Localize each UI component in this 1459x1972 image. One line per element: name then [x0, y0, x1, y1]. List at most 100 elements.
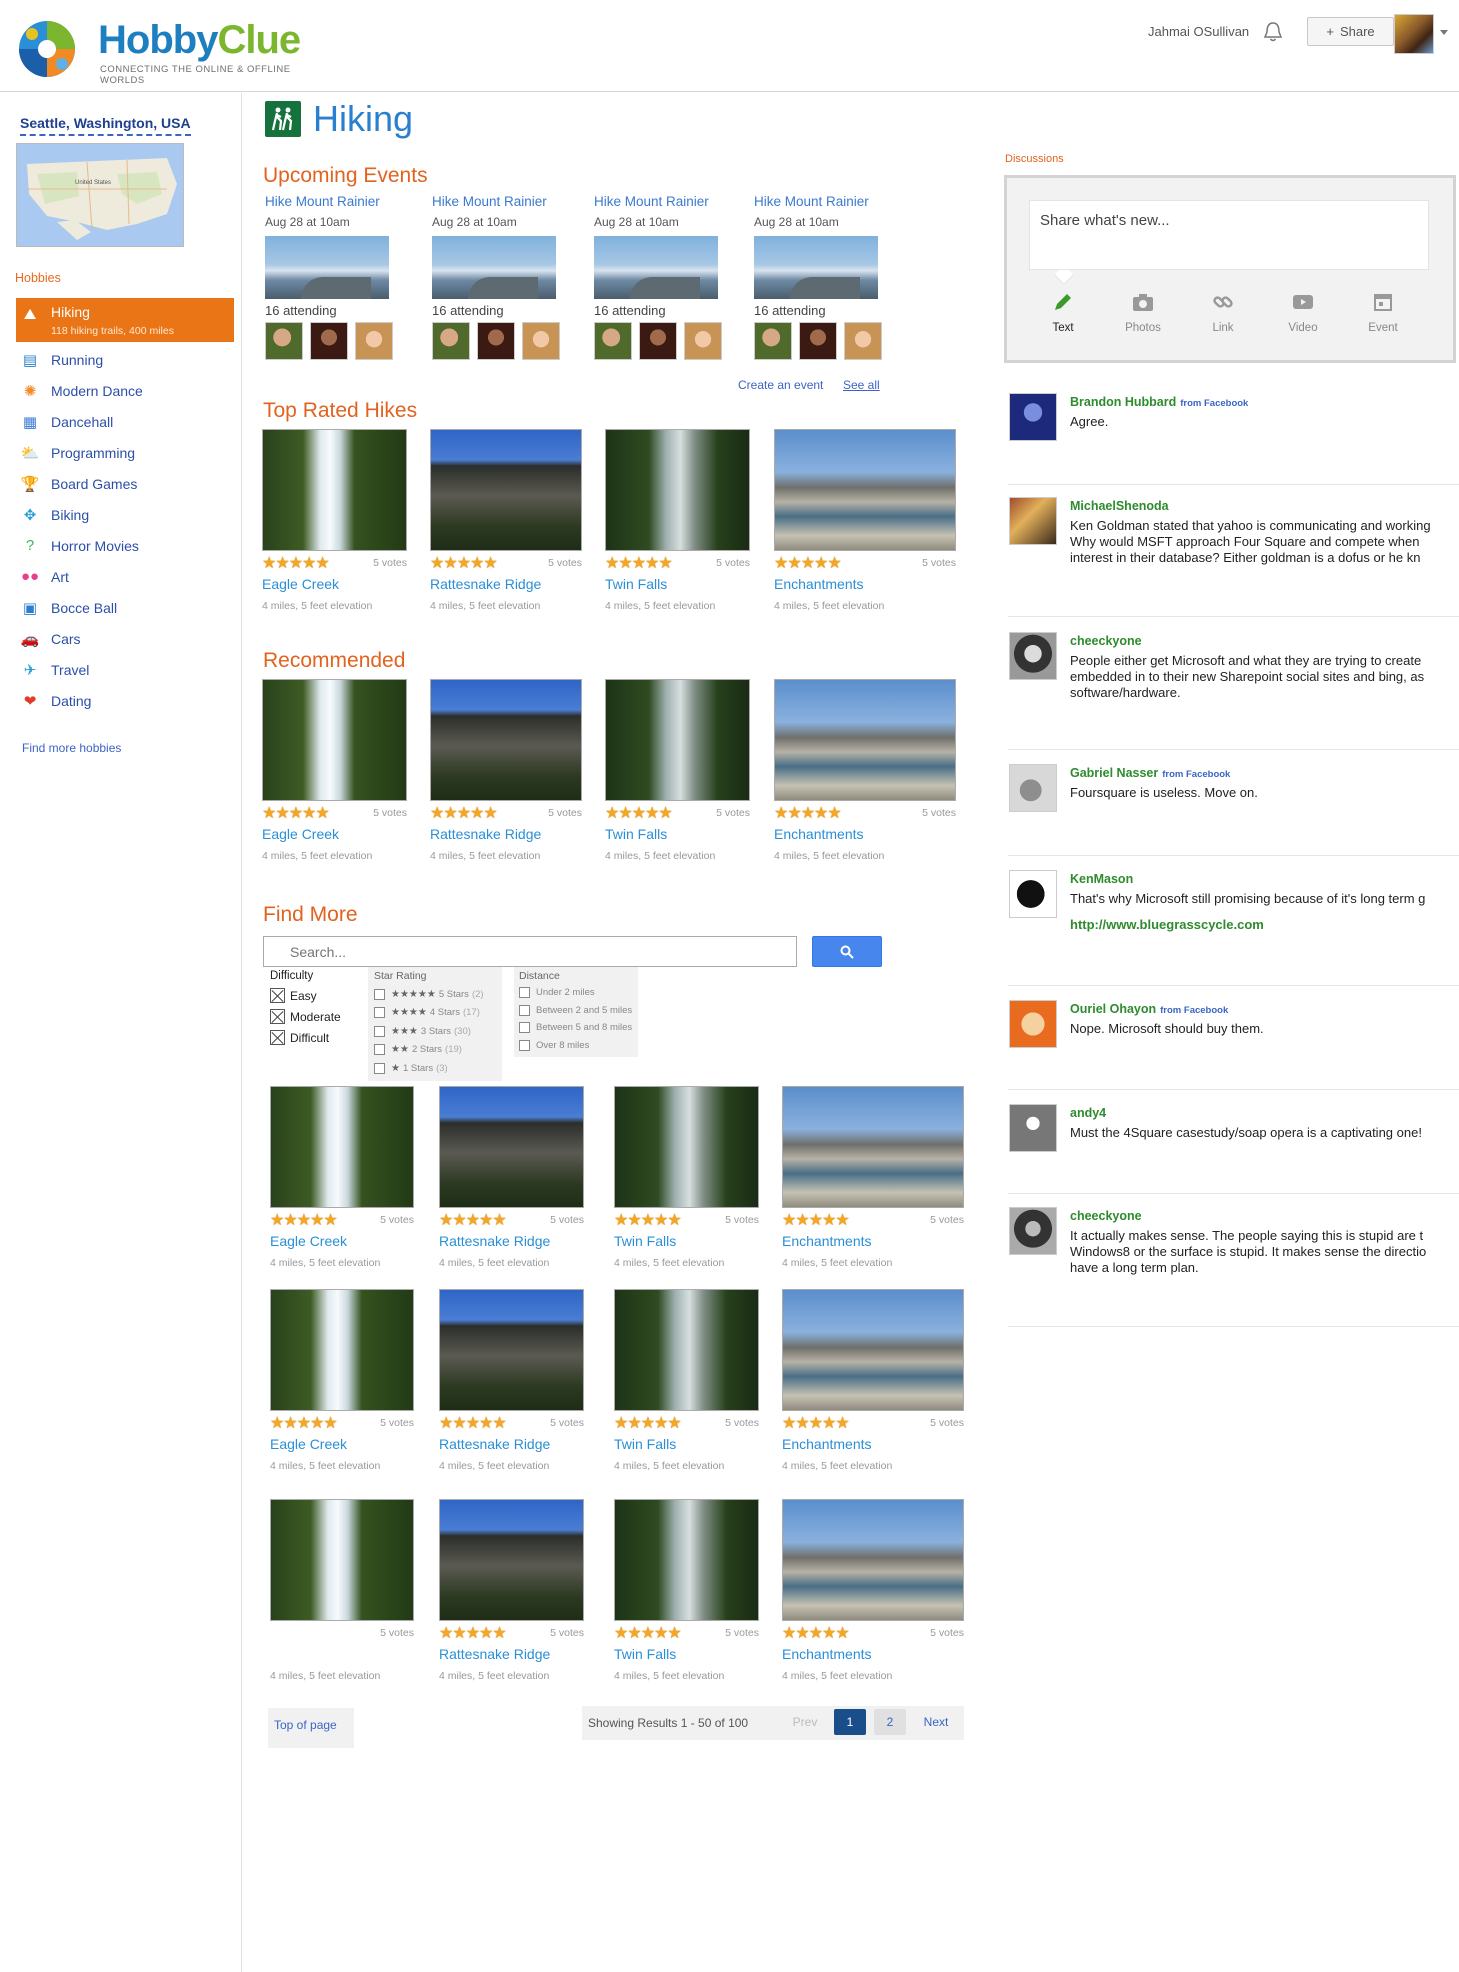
- create-event-link[interactable]: Create an event: [738, 378, 823, 392]
- attendee-avatar[interactable]: [477, 322, 515, 360]
- rating-stars[interactable]: ★★★★★ 5 votes: [270, 1413, 414, 1433]
- checkbox[interactable]: [374, 1062, 385, 1074]
- hike-search-input[interactable]: [263, 936, 797, 967]
- hike-name-link[interactable]: Enchantments: [782, 1233, 964, 1249]
- poster-avatar[interactable]: [1009, 393, 1057, 441]
- user-avatar[interactable]: [1394, 14, 1434, 54]
- event-image[interactable]: [594, 236, 718, 299]
- poster-avatar[interactable]: [1009, 764, 1057, 812]
- hike-image[interactable]: [605, 429, 750, 551]
- hike-image[interactable]: [614, 1499, 759, 1621]
- rating-stars[interactable]: 5 votes: [270, 1625, 414, 1641]
- checked-box-icon[interactable]: [270, 988, 285, 1003]
- star-icon-group[interactable]: ★★★★★: [270, 1413, 338, 1433]
- checkbox[interactable]: [519, 987, 530, 999]
- hike-name-link[interactable]: Enchantments: [774, 576, 956, 592]
- poster-avatar[interactable]: [1009, 1207, 1057, 1255]
- poster-name-link[interactable]: cheeckyone: [1070, 634, 1142, 648]
- rating-stars[interactable]: ★★★★★ 5 votes: [782, 1623, 964, 1643]
- sidebar-item-biking[interactable]: ✥ Biking: [16, 499, 234, 530]
- hike-name-link[interactable]: Enchantments: [774, 826, 956, 842]
- poster-name-link[interactable]: andy4: [1070, 1106, 1106, 1120]
- share-tool-event[interactable]: Event: [1353, 290, 1413, 334]
- star-icon-group[interactable]: ★★★★★: [605, 803, 673, 823]
- poster-name-link[interactable]: Ouriel Ohayon: [1070, 1002, 1156, 1016]
- attendee-avatar[interactable]: [310, 322, 348, 360]
- rating-stars[interactable]: ★★★★★ 5 votes: [782, 1415, 964, 1432]
- distance-option[interactable]: Between 5 and 8 miles: [519, 1019, 633, 1037]
- hike-name-link[interactable]: Eagle Creek: [270, 1436, 414, 1452]
- rating-stars[interactable]: ★★★★★ 5 votes: [774, 555, 956, 572]
- sidebar-item-programming[interactable]: ⛅ Programming: [16, 437, 234, 468]
- poster-name-link[interactable]: MichaelShenoda: [1070, 499, 1169, 513]
- rating-stars[interactable]: ★★★★★ 5 votes: [439, 1210, 584, 1230]
- hike-image[interactable]: [270, 1086, 414, 1208]
- hike-image[interactable]: [782, 1289, 964, 1411]
- rating-stars[interactable]: ★★★★★ 5 votes: [270, 1212, 414, 1229]
- share-tool-link[interactable]: Link: [1193, 290, 1253, 334]
- poster-name-link[interactable]: Gabriel Nasser: [1070, 766, 1158, 780]
- event-title-link[interactable]: Hike Mount Rainier: [754, 194, 894, 209]
- sidebar-item-travel[interactable]: ✈ Travel: [16, 654, 234, 685]
- star-rating-option[interactable]: ★★ 2 Stars (19): [374, 1041, 496, 1060]
- hike-image[interactable]: [270, 1499, 414, 1621]
- sidebar-item-horror-movies[interactable]: ? Horror Movies: [16, 530, 234, 561]
- star-rating-option[interactable]: ★ 1 Stars (3): [374, 1059, 496, 1078]
- attendee-avatar[interactable]: [594, 322, 632, 360]
- rating-stars[interactable]: ★★★★★ 5 votes: [262, 805, 407, 822]
- hike-name-link[interactable]: Rattesnake Ridge: [439, 1436, 584, 1452]
- star-icon-group[interactable]: ★★★★★: [439, 1623, 507, 1643]
- star-icon-group[interactable]: ★★★★★: [430, 553, 498, 573]
- sidebar-item-running[interactable]: ▤ Running: [16, 344, 234, 375]
- attendee-avatar[interactable]: [639, 322, 677, 360]
- attendee-avatar[interactable]: [754, 322, 792, 360]
- checked-box-icon[interactable]: [270, 1030, 285, 1045]
- rating-stars[interactable]: ★★★★★ 5 votes: [614, 1415, 759, 1432]
- star-icon-group[interactable]: ★★★★★: [614, 1623, 682, 1643]
- distance-option[interactable]: Over 8 miles: [519, 1037, 633, 1055]
- sidebar-item-dating[interactable]: ❤ Dating: [16, 685, 234, 716]
- difficulty-option[interactable]: Easy: [270, 985, 366, 1006]
- event-image[interactable]: [265, 236, 389, 299]
- difficulty-option[interactable]: Difficult: [270, 1027, 366, 1048]
- hike-image[interactable]: [605, 679, 750, 801]
- poster-avatar[interactable]: [1009, 632, 1057, 680]
- hike-name-link[interactable]: Eagle Creek: [270, 1233, 414, 1249]
- star-icon-group[interactable]: ★★★★★: [430, 803, 498, 823]
- poster-name-link[interactable]: cheeckyone: [1070, 1209, 1142, 1223]
- share-tool-text[interactable]: Text: [1033, 290, 1093, 334]
- share-status-input[interactable]: Share what's new...: [1029, 200, 1429, 270]
- rating-stars[interactable]: ★★★★★ 5 votes: [430, 803, 582, 823]
- checkbox[interactable]: [519, 1004, 530, 1016]
- rating-stars[interactable]: ★★★★★ 5 votes: [439, 1413, 584, 1433]
- sidebar-item-modern-dance[interactable]: ✺ Modern Dance: [16, 375, 234, 406]
- star-icon-group[interactable]: ★★★★★: [439, 1413, 507, 1433]
- hike-image[interactable]: [614, 1289, 759, 1411]
- star-icon-group[interactable]: ★★★★★: [614, 1210, 682, 1230]
- event-title-link[interactable]: Hike Mount Rainier: [432, 194, 572, 209]
- hike-image[interactable]: [430, 429, 582, 551]
- star-icon-group[interactable]: ★★★★★: [782, 1623, 850, 1643]
- hike-name-link[interactable]: Enchantments: [782, 1436, 964, 1452]
- checkbox[interactable]: [519, 1039, 530, 1051]
- hike-name-link[interactable]: Twin Falls: [614, 1436, 759, 1452]
- hike-image[interactable]: [439, 1289, 584, 1411]
- user-name-link[interactable]: Jahmai OSullivan: [1148, 24, 1249, 39]
- poster-name-link[interactable]: KenMason: [1070, 872, 1133, 886]
- search-button[interactable]: [812, 936, 882, 967]
- checkbox[interactable]: [374, 988, 385, 1000]
- see-all-events-link[interactable]: See all: [843, 378, 880, 392]
- location-link[interactable]: Seattle, Washington, USA: [20, 115, 191, 136]
- rating-stars[interactable]: ★★★★★ 5 votes: [782, 1210, 964, 1230]
- hike-image[interactable]: [439, 1086, 584, 1208]
- star-icon-group[interactable]: ★★★★★: [782, 1210, 850, 1230]
- hike-name-link[interactable]: Twin Falls: [614, 1646, 759, 1662]
- prev-page-button[interactable]: Prev: [786, 1709, 824, 1735]
- star-icon-group[interactable]: ★★★★★: [439, 1210, 507, 1230]
- distance-option[interactable]: Under 2 miles: [519, 984, 633, 1002]
- next-page-button[interactable]: Next: [914, 1709, 958, 1735]
- poster-avatar[interactable]: [1009, 870, 1057, 918]
- hike-image[interactable]: [262, 429, 407, 551]
- sidebar-item-dancehall[interactable]: ▦ Dancehall: [16, 406, 234, 437]
- star-rating-option[interactable]: ★★★ 3 Stars (30): [374, 1022, 496, 1041]
